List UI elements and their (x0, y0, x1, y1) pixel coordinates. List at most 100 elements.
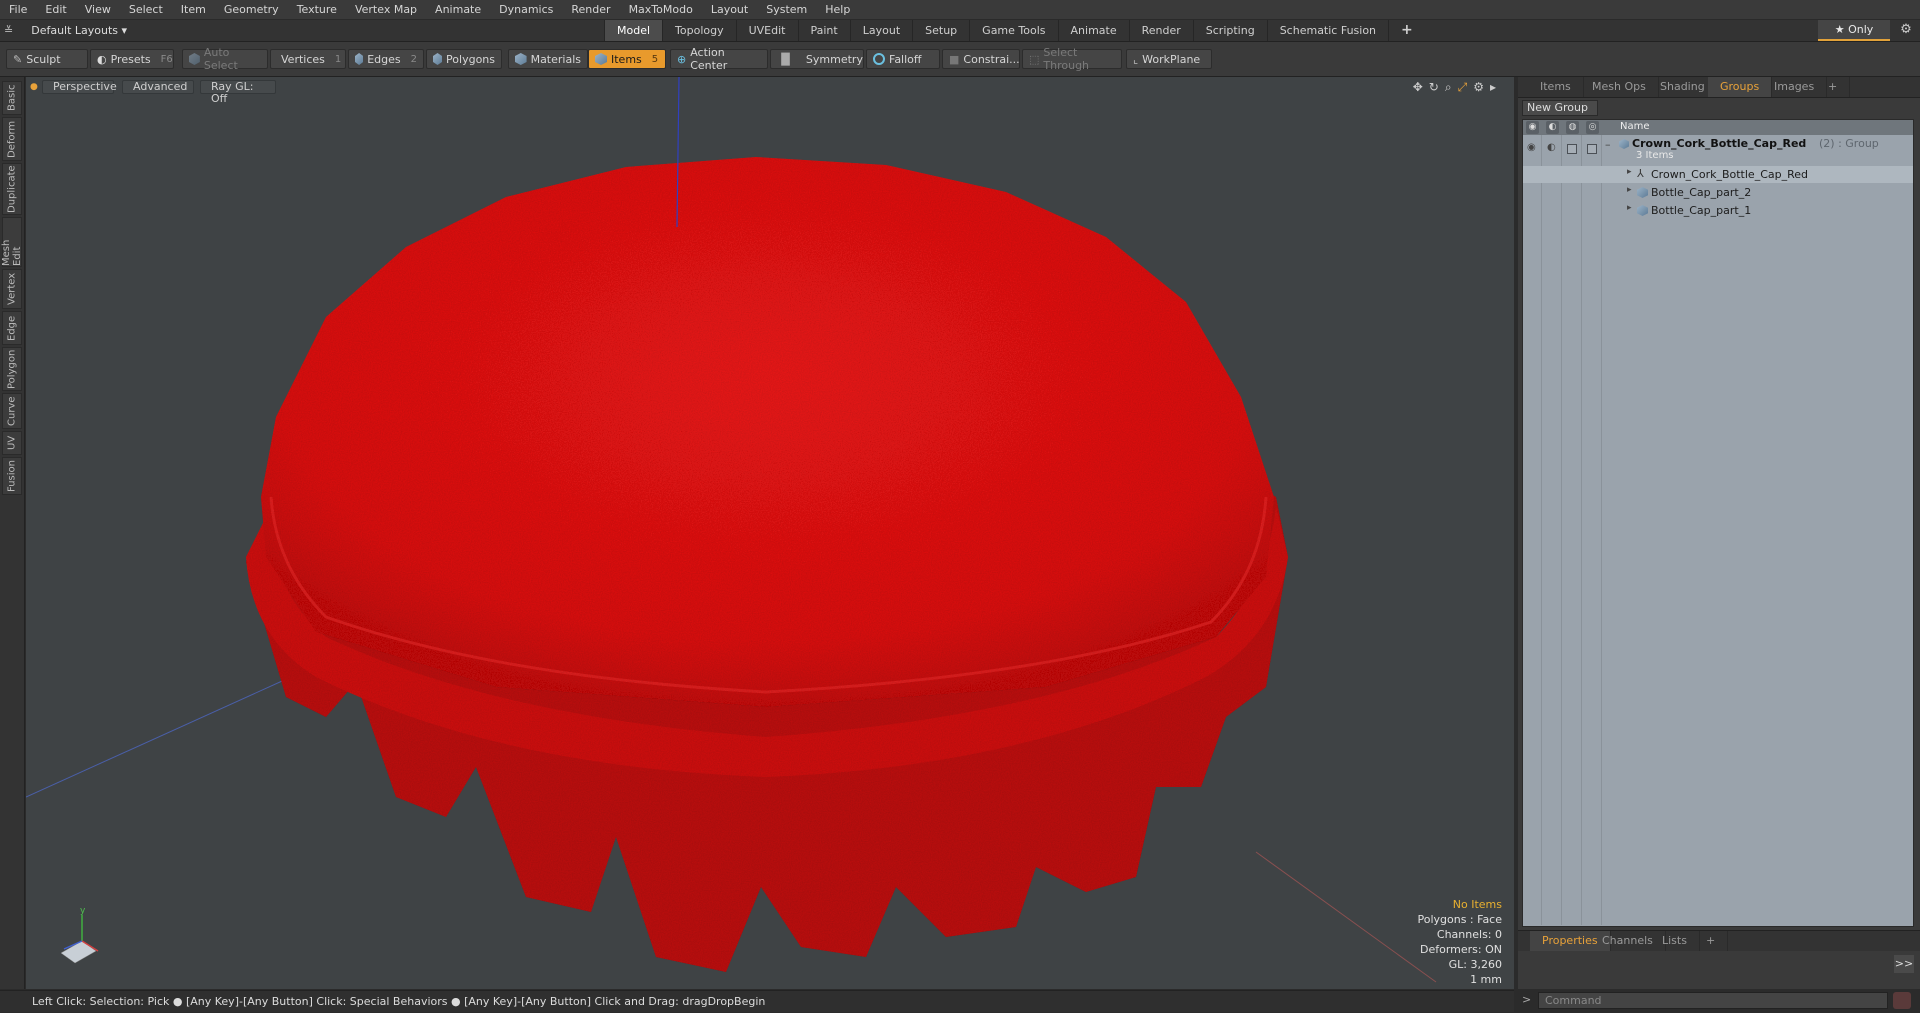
menu-dynamics[interactable]: Dynamics (490, 0, 562, 19)
action-center-label: Action Center (690, 46, 728, 72)
tab-topology[interactable]: Topology (662, 20, 736, 41)
command-input[interactable]: Command (1538, 992, 1888, 1009)
tab-schematic-fusion[interactable]: Schematic Fusion (1266, 20, 1388, 41)
group-child-row[interactable]: ▸ Bottle_Cap_part_1 (1523, 202, 1913, 219)
viewport-header: ● Perspective Advanced Ray GL: Off ✥ ↻ ⌕… (26, 77, 1514, 105)
view-mode-button[interactable]: Perspective (42, 80, 117, 94)
presets-button[interactable]: ◐ Presets F6 (90, 49, 174, 69)
menu-maxtomodo[interactable]: MaxToModo (620, 0, 702, 19)
visibility-eye-icon[interactable]: ◉ (1527, 142, 1536, 153)
items-button[interactable]: Items 5 (588, 49, 666, 69)
tool-tab-mesh-edit[interactable]: Mesh Edit (1, 217, 23, 267)
command-history-button[interactable] (1893, 992, 1911, 1009)
tab-animate[interactable]: Animate (1057, 20, 1129, 41)
auto-select-button[interactable]: Auto Select (182, 46, 268, 72)
expand-toggle-icon[interactable]: – (1605, 138, 1611, 151)
tool-tab-uv[interactable]: UV (2, 431, 22, 455)
fit-view-icon[interactable]: ⤢ (1458, 80, 1468, 95)
tool-tab-deform[interactable]: Deform (2, 117, 22, 161)
expand-panel-button[interactable]: >> (1894, 955, 1914, 973)
menu-animate[interactable]: Animate (426, 0, 490, 19)
visibility-column-icon[interactable]: ◉ (1526, 121, 1539, 134)
vertices-button[interactable]: Vertices 1 (270, 49, 346, 69)
edges-button[interactable]: Edges 2 (348, 49, 424, 69)
symmetry-button[interactable]: ▐▌ Symmetry (770, 49, 864, 69)
layout-selector[interactable]: ≚ Default Layouts ▾ (4, 20, 127, 41)
tab-render[interactable]: Render (1128, 20, 1193, 41)
mesh-icon (1637, 205, 1648, 216)
polygons-button[interactable]: Polygons (426, 49, 502, 69)
group-row[interactable]: ◉ ◐ – Crown_Cork_Bottle_Cap_Red (2) : Gr… (1523, 136, 1913, 164)
move-view-icon[interactable]: ✥ (1413, 80, 1423, 95)
tab-scripting[interactable]: Scripting (1192, 20, 1267, 41)
render-column-icon[interactable]: ◐ (1546, 121, 1559, 134)
falloff-button[interactable]: Falloff (866, 49, 940, 69)
gear-icon[interactable]: ⚙ (1898, 22, 1914, 38)
new-group-button[interactable]: New Group (1522, 100, 1598, 116)
tool-tab-polygon[interactable]: Polygon (2, 347, 22, 391)
tab-setup[interactable]: Setup (912, 20, 969, 41)
group-child-row[interactable]: ▸ ⅄ Crown_Cork_Bottle_Cap_Red (1523, 166, 1913, 183)
tool-tab-basic[interactable]: Basic (2, 81, 22, 115)
lock-column-icon[interactable]: ◍ (1566, 121, 1579, 134)
materials-button[interactable]: Materials (508, 49, 588, 69)
menu-item[interactable]: Item (172, 0, 215, 19)
properties-tab-lists[interactable]: Lists (1650, 931, 1700, 951)
menu-render[interactable]: Render (562, 0, 619, 19)
tab-game-tools[interactable]: Game Tools (969, 20, 1057, 41)
tool-tab-vertex[interactable]: Vertex (2, 269, 22, 309)
constrain-button[interactable]: ■ Constrai... (942, 49, 1020, 69)
menu-layout[interactable]: Layout (702, 0, 757, 19)
lock-checkbox[interactable] (1567, 144, 1577, 154)
tab-model[interactable]: Model (604, 20, 663, 41)
action-center-button[interactable]: ⊕ Action Center (670, 46, 768, 72)
tool-tab-curve[interactable]: Curve (2, 393, 22, 429)
layout-icon: ≚ (4, 24, 14, 37)
tab-uvedit[interactable]: UVEdit (735, 20, 798, 41)
zoom-view-icon[interactable]: ⌕ (1445, 80, 1452, 95)
viewport-options-icon[interactable]: ● (30, 82, 38, 92)
workplane-button[interactable]: ⌞ WorkPlane (1126, 49, 1212, 69)
select-checkbox[interactable] (1587, 144, 1597, 154)
menu-select[interactable]: Select (120, 0, 172, 19)
expand-arrow-icon[interactable]: ▸ (1627, 203, 1632, 213)
group-icon (1619, 139, 1629, 149)
raygl-button[interactable]: Ray GL: Off (200, 80, 276, 105)
rotate-view-icon[interactable]: ↻ (1429, 80, 1439, 95)
menu-help[interactable]: Help (816, 0, 859, 19)
select-through-button[interactable]: ⬚ Select Through (1022, 46, 1122, 72)
select-column-icon[interactable]: ◎ (1586, 121, 1599, 134)
name-column-header[interactable]: Name (1620, 121, 1650, 132)
menu-system[interactable]: System (757, 0, 816, 19)
sculpt-button[interactable]: ✎ Sculpt (6, 49, 88, 69)
tab-layout[interactable]: Layout (849, 20, 912, 41)
viewport-expand-icon[interactable]: ▸ (1490, 80, 1496, 95)
constrain-label: Constrai... (963, 52, 1020, 66)
panel-tab-items[interactable]: Items (1528, 77, 1584, 97)
only-button[interactable]: ★ Only (1818, 20, 1890, 41)
menu-edit[interactable]: Edit (36, 0, 75, 19)
add-layout-tab-button[interactable]: + (1388, 20, 1425, 41)
render-toggle-icon[interactable]: ◐ (1547, 142, 1556, 153)
add-panel-tab-button[interactable]: + (1816, 77, 1851, 97)
group-child-row[interactable]: ▸ Bottle_Cap_part_2 (1523, 184, 1913, 201)
tool-tab-fusion[interactable]: Fusion (2, 457, 22, 495)
menu-file[interactable]: File (0, 0, 36, 19)
expand-arrow-icon[interactable]: ▸ (1627, 167, 1632, 177)
viewport-gear-icon[interactable]: ⚙ (1473, 80, 1484, 95)
tool-tab-duplicate[interactable]: Duplicate (2, 163, 22, 215)
add-properties-tab-button[interactable]: + (1694, 931, 1729, 951)
menu-vertex-map[interactable]: Vertex Map (346, 0, 426, 19)
bottle-cap-model[interactable] (246, 157, 1288, 972)
workplane-label: WorkPlane (1142, 52, 1201, 66)
info-deformers: Deformers: ON (1420, 943, 1502, 956)
tool-tab-edge[interactable]: Edge (2, 311, 22, 345)
menu-texture[interactable]: Texture (288, 0, 346, 19)
3d-viewport[interactable]: y ● Perspective Advanced Ray GL: Off ✥ ↻… (26, 77, 1514, 989)
menu-geometry[interactable]: Geometry (215, 0, 288, 19)
shading-mode-button[interactable]: Advanced (122, 80, 194, 94)
tab-paint[interactable]: Paint (797, 20, 850, 41)
locator-icon: ⅄ (1637, 167, 1644, 180)
expand-arrow-icon[interactable]: ▸ (1627, 185, 1632, 195)
menu-view[interactable]: View (76, 0, 120, 19)
